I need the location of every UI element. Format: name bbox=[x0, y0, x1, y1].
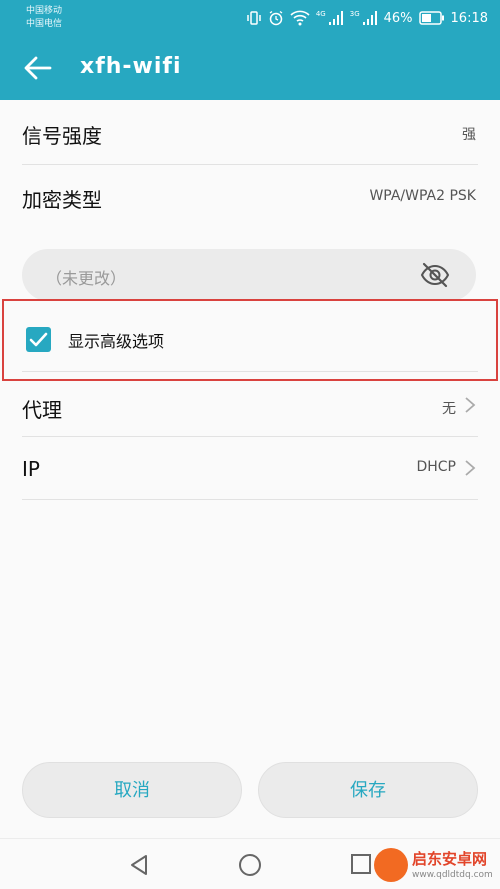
chevron-right-icon bbox=[465, 397, 476, 413]
network-tag-2: 3G bbox=[349, 10, 360, 18]
clock: 16:18 bbox=[450, 10, 488, 26]
proxy-row[interactable]: 代理 无 bbox=[0, 376, 500, 436]
app-bar: xfh-wifi bbox=[0, 36, 500, 100]
alarm-icon bbox=[269, 10, 283, 26]
advanced-options-checkbox[interactable] bbox=[26, 327, 51, 352]
signal-icon-1 bbox=[328, 11, 343, 25]
password-placeholder: （未更改） bbox=[46, 269, 127, 288]
signal-icon-2 bbox=[362, 11, 377, 25]
watermark-url: www.qdldtdq.com bbox=[412, 870, 493, 880]
square-recent-icon[interactable] bbox=[350, 853, 372, 875]
ip-value: DHCP bbox=[416, 459, 456, 475]
advanced-options-label[interactable]: 显示高级选项 bbox=[68, 328, 164, 352]
network-tag-1: 4G bbox=[315, 10, 326, 18]
divider bbox=[22, 499, 478, 500]
wifi-icon bbox=[290, 10, 310, 26]
circle-home-icon[interactable] bbox=[238, 853, 262, 877]
eye-off-icon[interactable] bbox=[420, 262, 450, 288]
page-title: xfh-wifi bbox=[80, 54, 182, 79]
checkmark-icon bbox=[29, 332, 48, 347]
signal-strength-row: 信号强度 强 bbox=[0, 100, 500, 164]
vibrate-icon bbox=[247, 11, 261, 25]
status-bar: 中国移动 中国电信 4G 3G 46% 16:18 bbox=[0, 0, 500, 36]
triangle-back-icon[interactable] bbox=[128, 853, 150, 877]
divider bbox=[22, 371, 478, 372]
carrier-2: 中国电信 bbox=[26, 19, 63, 29]
ip-label: IP bbox=[22, 457, 40, 481]
status-icons: 4G 3G 46% 16:18 bbox=[246, 8, 488, 28]
password-input[interactable]: （未更改） bbox=[22, 249, 476, 301]
ip-row[interactable]: IP DHCP bbox=[0, 437, 500, 499]
carrier-1: 中国移动 bbox=[26, 6, 63, 16]
chevron-right-icon bbox=[465, 460, 476, 476]
signal-strength-label: 信号强度 bbox=[22, 124, 102, 148]
proxy-label: 代理 bbox=[22, 398, 62, 422]
proxy-value: 无 bbox=[442, 401, 456, 417]
cancel-button[interactable]: 取消 bbox=[22, 762, 242, 818]
security-type-value: WPA/WPA2 PSK bbox=[369, 188, 476, 204]
watermark: 启东安卓网 www.qdldtdq.com bbox=[374, 846, 498, 886]
signal-strength-value: 强 bbox=[462, 127, 476, 143]
security-type-row: 加密类型 WPA/WPA2 PSK bbox=[0, 164, 500, 228]
battery-icon bbox=[418, 11, 444, 25]
watermark-name: 启东安卓网 bbox=[412, 850, 488, 868]
watermark-logo-icon bbox=[374, 848, 408, 882]
security-type-label: 加密类型 bbox=[22, 188, 102, 212]
battery-percent: 46% bbox=[383, 10, 413, 26]
save-button[interactable]: 保存 bbox=[258, 762, 478, 818]
arrow-left-icon[interactable] bbox=[22, 52, 54, 84]
